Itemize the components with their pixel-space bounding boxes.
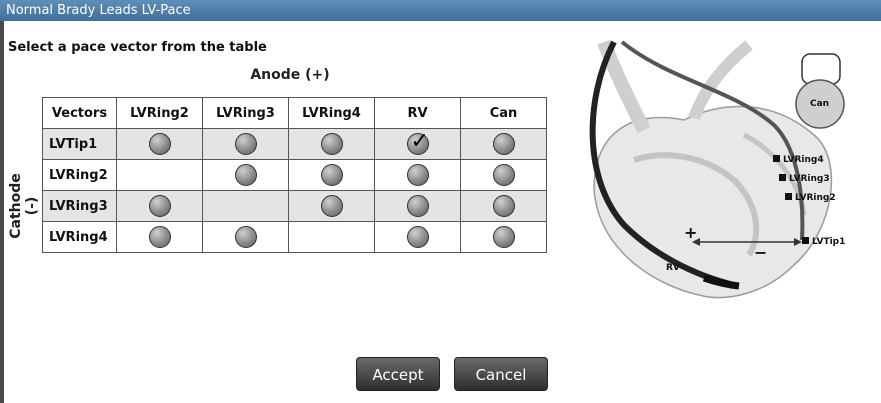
pace-vector-table: Vectors LVRing2 LVRing3 LVRing4 RV Can L… (42, 97, 547, 253)
vector-cell (288, 128, 375, 160)
vector-radio[interactable] (406, 226, 429, 248)
vector-cell (460, 221, 547, 253)
vector-radio[interactable] (492, 195, 515, 217)
vector-cell (202, 190, 289, 222)
row-label: LVRing2 (42, 159, 117, 191)
can-label: Can (810, 99, 829, 109)
electrode-label-lvtip1: LVTip1 (812, 237, 845, 247)
instruction-text: Select a pace vector from the table (8, 40, 267, 55)
vector-cell (288, 159, 375, 191)
minus-sign: − (754, 243, 767, 262)
header-can: Can (460, 97, 547, 129)
vector-radio[interactable] (320, 195, 343, 217)
row-label: LVRing3 (42, 190, 117, 222)
vector-radio[interactable] (148, 226, 171, 248)
vector-radio[interactable] (148, 133, 171, 155)
electrode-label-lvring4: LVRing4 (783, 155, 824, 165)
vector-cell (374, 159, 461, 191)
vector-cell (374, 221, 461, 253)
table-row: LVRing4 (42, 221, 547, 253)
vector-cell (288, 221, 375, 253)
vector-cell (116, 221, 203, 253)
table-header-row: Vectors LVRing2 LVRing3 LVRing4 RV Can (42, 97, 547, 129)
vector-cell (374, 128, 461, 160)
vector-cell (460, 128, 547, 160)
cancel-button[interactable]: Cancel (454, 357, 548, 391)
vector-cell (288, 190, 375, 222)
vector-cell (116, 190, 203, 222)
plus-sign: + (684, 223, 697, 242)
vector-cell (460, 190, 547, 222)
can-device (795, 53, 845, 129)
electrode-label-lvring2: LVRing2 (795, 193, 836, 203)
vector-cell (460, 159, 547, 191)
vector-radio[interactable] (406, 195, 429, 217)
vector-cell (116, 159, 203, 191)
vector-radio-selected[interactable] (406, 129, 429, 155)
vector-radio[interactable] (234, 133, 257, 155)
vector-radio[interactable] (320, 133, 343, 155)
header-lvring3: LVRing3 (202, 97, 289, 129)
table-row: LVTip1 (42, 128, 547, 160)
header-lvring4: LVRing4 (288, 97, 375, 129)
vector-radio[interactable] (492, 226, 515, 248)
vector-radio[interactable] (320, 164, 343, 186)
vector-radio[interactable] (234, 164, 257, 186)
vector-cell (202, 221, 289, 253)
vector-cell (374, 190, 461, 222)
electrode-label-lvring3: LVRing3 (789, 174, 830, 184)
vector-radio[interactable] (148, 195, 171, 217)
vector-cell (116, 128, 203, 160)
header-lvring2: LVRing2 (116, 97, 203, 129)
vector-cell (202, 159, 289, 191)
rv-label: RV (666, 263, 680, 273)
window-title: Normal Brady Leads LV-Pace (0, 0, 881, 21)
table-row: LVRing2 (42, 159, 547, 191)
header-rv: RV (374, 97, 461, 129)
vector-radio[interactable] (406, 164, 429, 186)
row-label: LVTip1 (42, 128, 117, 160)
vector-radio[interactable] (492, 164, 515, 186)
vector-cell (202, 128, 289, 160)
anode-axis-label: Anode (+) (250, 67, 330, 83)
table-row: LVRing3 (42, 190, 547, 222)
vector-radio[interactable] (234, 226, 257, 248)
row-label: LVRing4 (42, 221, 117, 253)
accept-button[interactable]: Accept (356, 357, 440, 391)
vector-radio[interactable] (492, 133, 515, 155)
window-frame (0, 21, 4, 403)
cathode-axis-label: Cathode (-) (8, 173, 40, 239)
heart-lead-diagram: Can LVRing4 LVRing3 LVRing2 LVTip1 + − R… (589, 40, 845, 299)
header-vectors: Vectors (42, 97, 117, 129)
